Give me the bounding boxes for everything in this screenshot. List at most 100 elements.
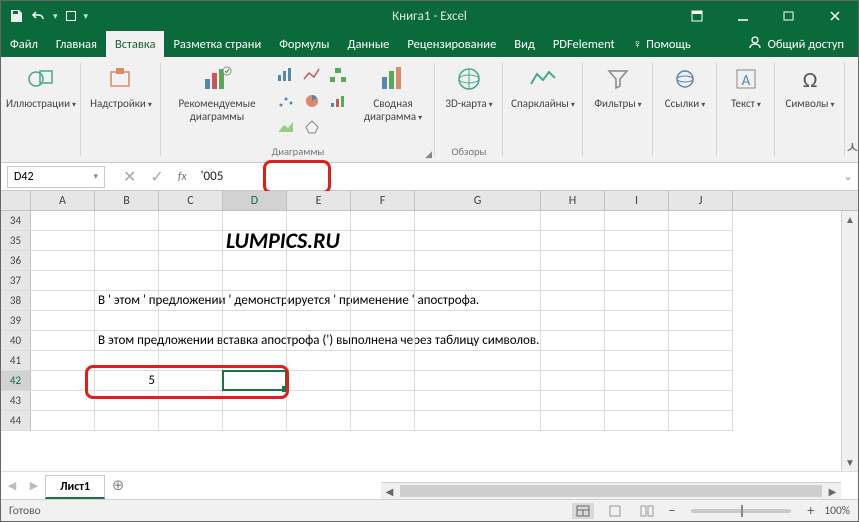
zoom-level[interactable]: 100% <box>824 504 850 518</box>
cell-I38[interactable] <box>605 291 669 311</box>
cell-J37[interactable] <box>669 271 733 291</box>
hscroll-thumb[interactable] <box>400 485 822 497</box>
collapse-ribbon-icon[interactable]: ㅅ <box>845 57 859 162</box>
illustrations-button[interactable]: Иллюстрации▾ <box>7 61 75 112</box>
col-header-H[interactable]: H <box>541 191 605 210</box>
cell-J40[interactable] <box>669 331 733 351</box>
zoom-out-button[interactable]: − <box>668 502 675 519</box>
cell-A37[interactable] <box>31 271 95 291</box>
cell-J42[interactable] <box>669 371 733 391</box>
row-header-43[interactable]: 43 <box>1 391 31 411</box>
zoom-in-button[interactable]: + <box>807 502 814 519</box>
cell-D44[interactable] <box>223 411 287 431</box>
cell-I34[interactable] <box>605 211 669 231</box>
tab-data[interactable]: Данные <box>338 31 398 57</box>
col-header-E[interactable]: E <box>287 191 351 210</box>
cell-H42[interactable] <box>541 371 605 391</box>
cell-F41[interactable] <box>351 351 415 371</box>
cancel-formula-icon[interactable]: ✕ <box>123 167 136 187</box>
tab-view[interactable]: Вид <box>505 31 544 57</box>
save-icon[interactable] <box>9 9 23 23</box>
pie-chart-icon[interactable] <box>299 89 325 113</box>
cell-A36[interactable] <box>31 251 95 271</box>
scroll-right-icon[interactable]: ▶ <box>824 483 841 499</box>
view-normal-icon[interactable] <box>572 503 594 519</box>
add-sheet-button[interactable]: ⊕ <box>105 476 131 495</box>
cell-B36[interactable] <box>95 251 159 271</box>
cell-A35[interactable] <box>31 231 95 251</box>
cell-B43[interactable] <box>95 391 159 411</box>
cell-F35[interactable] <box>351 231 415 251</box>
cell-G34[interactable] <box>415 211 541 231</box>
row-header-37[interactable]: 37 <box>1 271 31 291</box>
tab-review[interactable]: Рецензирование <box>398 31 505 57</box>
cell-E41[interactable] <box>287 351 351 371</box>
cell-D40[interactable] <box>223 331 287 351</box>
vertical-scrollbar[interactable]: ▲ ▼ <box>841 211 858 471</box>
cell-D36[interactable] <box>223 251 287 271</box>
cell-H41[interactable] <box>541 351 605 371</box>
col-header-J[interactable]: J <box>669 191 733 210</box>
cell-G37[interactable] <box>415 271 541 291</box>
cell-G43[interactable] <box>415 391 541 411</box>
scroll-up-icon[interactable]: ▲ <box>842 211 858 228</box>
row-header-44[interactable]: 44 <box>1 411 31 431</box>
cell-C44[interactable] <box>159 411 223 431</box>
maximize-icon[interactable] <box>766 1 812 31</box>
cell-I35[interactable] <box>605 231 669 251</box>
cell-C39[interactable] <box>159 311 223 331</box>
cell-G38[interactable] <box>415 291 541 311</box>
zoom-slider[interactable] <box>691 509 791 513</box>
cell-C43[interactable] <box>159 391 223 411</box>
scatter-chart-icon[interactable] <box>273 89 299 113</box>
cell-D37[interactable] <box>223 271 287 291</box>
cell-G36[interactable] <box>415 251 541 271</box>
tab-pdfelement[interactable]: PDFelement <box>544 31 624 57</box>
sheet-nav-prev[interactable]: ◀ <box>1 479 23 492</box>
view-pagebreak-icon[interactable] <box>636 503 658 519</box>
filters-button[interactable]: Фильтры▾ <box>589 61 647 112</box>
col-header-D[interactable]: D <box>223 191 287 210</box>
addins-button[interactable]: Надстройки▾ <box>87 61 155 112</box>
tab-home[interactable]: Главная <box>47 31 106 57</box>
cell-D42[interactable]: 005 <box>223 371 287 391</box>
col-header-B[interactable]: B <box>95 191 159 210</box>
cell-J35[interactable] <box>669 231 733 251</box>
cell-F37[interactable] <box>351 271 415 291</box>
pivot-chart-button[interactable]: Сводная диаграмма▾ <box>357 61 429 125</box>
cell-F43[interactable] <box>351 391 415 411</box>
row-header-42[interactable]: 42 <box>1 371 31 391</box>
cell-A44[interactable] <box>31 411 95 431</box>
undo-icon[interactable] <box>31 10 45 22</box>
tab-insert[interactable]: Вставка <box>106 31 165 57</box>
cell-H44[interactable] <box>541 411 605 431</box>
cell-B34[interactable] <box>95 211 159 231</box>
row-header-39[interactable]: 39 <box>1 311 31 331</box>
symbols-button[interactable]: Ω Символы▾ <box>781 61 839 112</box>
cell-I42[interactable] <box>605 371 669 391</box>
cell-B39[interactable] <box>95 311 159 331</box>
cell-H40[interactable] <box>541 331 605 351</box>
cell-J36[interactable] <box>669 251 733 271</box>
cell-H34[interactable] <box>541 211 605 231</box>
sheet-nav-next[interactable]: ▶ <box>23 479 45 492</box>
cell-A34[interactable] <box>31 211 95 231</box>
cell-I37[interactable] <box>605 271 669 291</box>
cell-J43[interactable] <box>669 391 733 411</box>
cell-B41[interactable] <box>95 351 159 371</box>
line-chart-icon[interactable] <box>299 63 325 87</box>
cell-H39[interactable] <box>541 311 605 331</box>
col-header-A[interactable]: A <box>31 191 95 210</box>
name-box[interactable]: D42▾ <box>7 166 105 188</box>
cell-I43[interactable] <box>605 391 669 411</box>
cell-G40[interactable] <box>415 331 541 351</box>
cell-G42[interactable] <box>415 371 541 391</box>
ribbon-options-icon[interactable] <box>674 1 720 31</box>
cell-F39[interactable] <box>351 311 415 331</box>
horizontal-scrollbar[interactable]: ◀ ▶ <box>381 482 841 499</box>
row-header-36[interactable]: 36 <box>1 251 31 271</box>
row-header-41[interactable]: 41 <box>1 351 31 371</box>
links-button[interactable]: Ссылки▾ <box>659 61 711 112</box>
cell-J44[interactable] <box>669 411 733 431</box>
tab-file[interactable]: Файл <box>1 31 47 57</box>
